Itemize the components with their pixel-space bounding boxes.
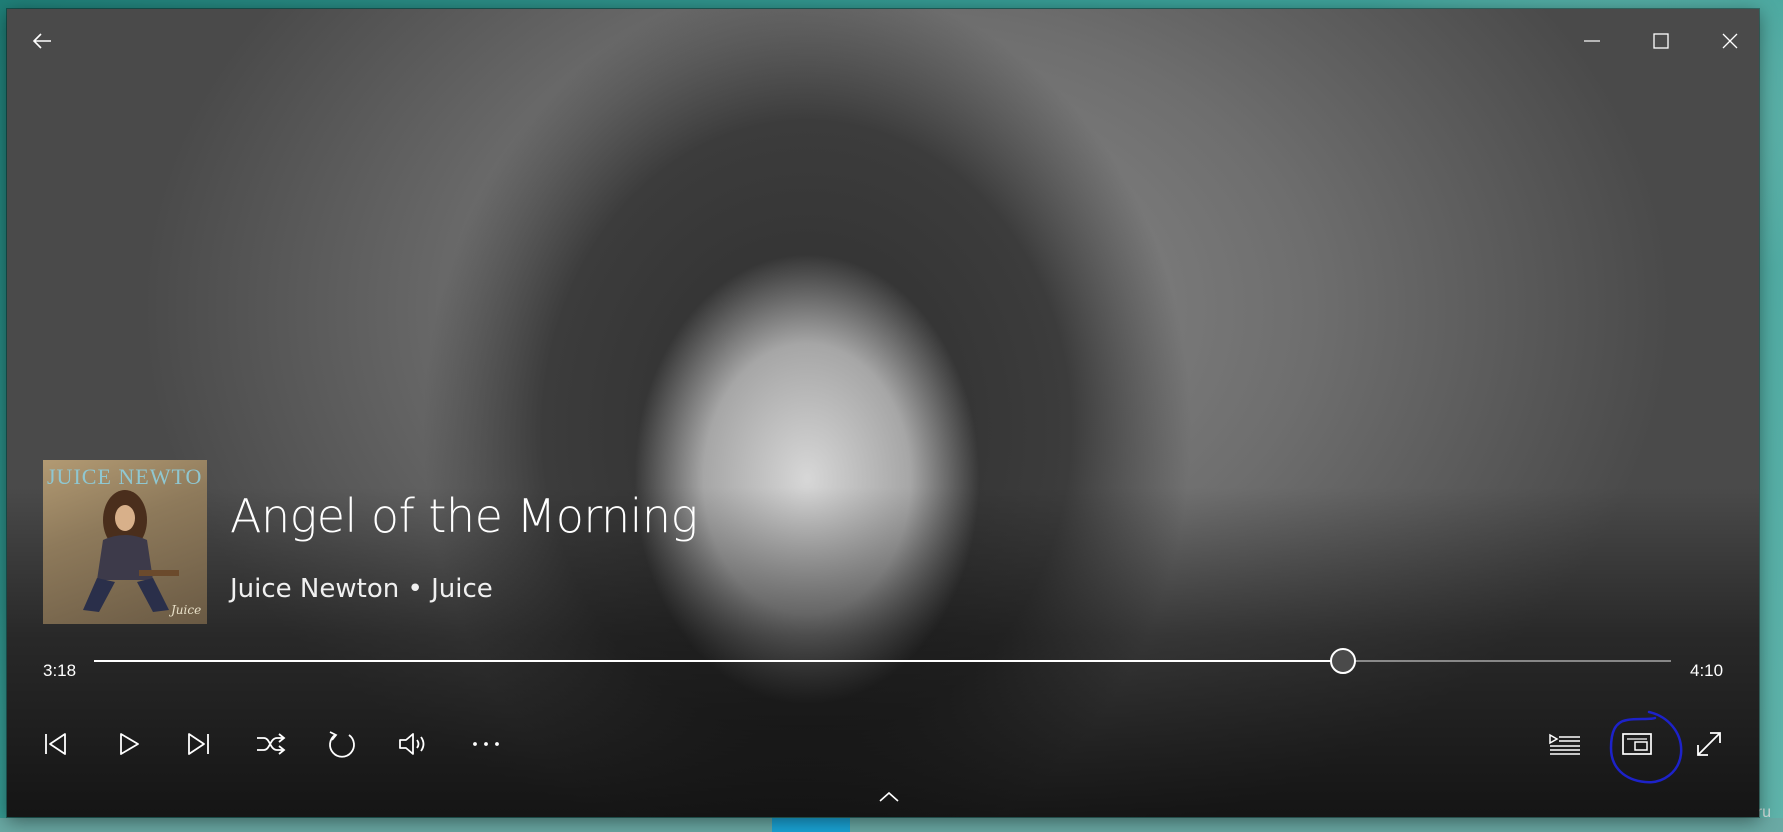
song-title: Angel of the Morning (230, 489, 698, 543)
maximize-icon (1653, 33, 1669, 49)
mini-view-icon (1622, 733, 1652, 755)
meta-separator: • (407, 574, 423, 604)
artist-link[interactable]: Juice Newton (230, 574, 399, 604)
taskbar-strip (0, 818, 1783, 832)
seek-bar[interactable] (94, 648, 1671, 674)
play-icon (120, 733, 139, 755)
next-button[interactable] (173, 718, 225, 770)
shuffle-button[interactable] (245, 718, 297, 770)
volume-icon (399, 733, 425, 755)
previous-icon (45, 733, 66, 755)
shuffle-icon (257, 733, 286, 755)
expand-button[interactable] (869, 785, 909, 809)
svg-text:Juice: Juice (168, 603, 201, 617)
elapsed-time: 3:18 (43, 661, 77, 680)
album-art-text: JUICE NEWTON (47, 464, 203, 489)
back-button[interactable] (19, 18, 65, 64)
music-player-window: Juice JUICE NEWTON Angel of the Morning … (7, 9, 1759, 817)
total-duration: 4:10 (1690, 661, 1724, 680)
album-art[interactable]: Juice JUICE NEWTON (43, 460, 207, 624)
full-screen-icon (1697, 732, 1721, 756)
more-options-button[interactable] (460, 718, 512, 770)
close-button[interactable] (1707, 18, 1753, 64)
more-icon (473, 742, 499, 746)
seek-bar-fill (94, 660, 1343, 662)
repeat-icon (329, 731, 355, 758)
chevron-up-icon (879, 791, 899, 802)
album-link[interactable]: Juice (431, 574, 493, 604)
repeat-button[interactable] (316, 718, 368, 770)
previous-button[interactable] (29, 718, 81, 770)
maximize-button[interactable] (1638, 18, 1684, 64)
play-button[interactable] (102, 718, 154, 770)
volume-button[interactable] (388, 718, 440, 770)
next-icon (188, 733, 209, 755)
seek-bar-thumb[interactable] (1329, 648, 1356, 674)
song-subtitle: Juice Newton • Juice (230, 574, 493, 604)
close-icon (1722, 33, 1738, 49)
minimize-button[interactable] (1569, 18, 1615, 64)
minimize-icon (1584, 40, 1600, 42)
back-arrow-icon (32, 33, 51, 49)
now-playing-list-icon (1549, 733, 1580, 755)
full-screen-button[interactable] (1683, 718, 1735, 770)
mini-view-button[interactable] (1609, 710, 1683, 784)
now-playing-list-button[interactable] (1539, 718, 1591, 770)
taskbar-app-tile[interactable] (772, 818, 850, 832)
